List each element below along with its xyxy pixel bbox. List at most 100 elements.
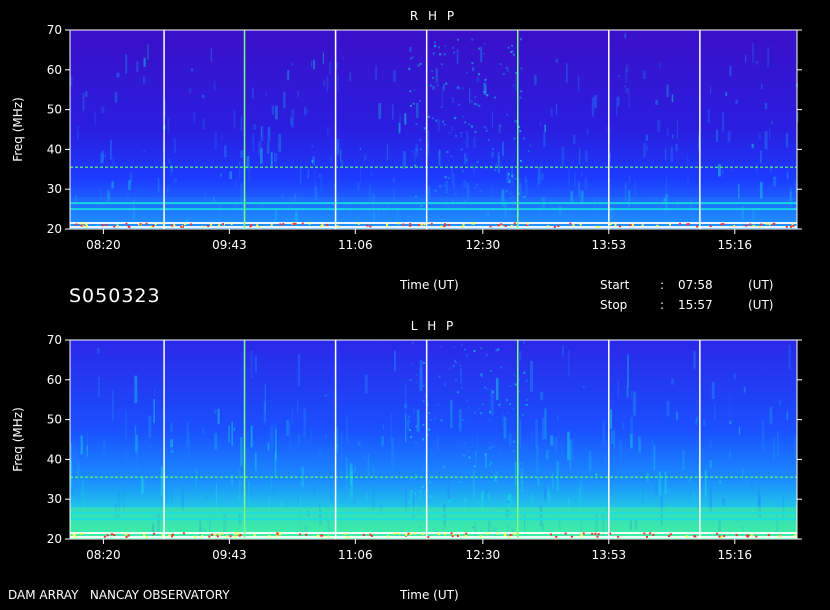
- noise-streak: [612, 457, 616, 460]
- noise-streak: [543, 132, 546, 147]
- noise-streak: [676, 119, 678, 139]
- emission-dot: [440, 419, 443, 422]
- emission-dot: [422, 468, 425, 471]
- emission-dot: [444, 44, 447, 47]
- noise-streak: [438, 150, 441, 166]
- emission-dot: [412, 102, 415, 105]
- emission-dot: [423, 362, 425, 364]
- interference-speckle: [249, 225, 252, 228]
- emission-dot: [451, 46, 454, 49]
- interference-speckle: [127, 534, 130, 537]
- noise-streak: [270, 152, 273, 168]
- noise-streak: [241, 480, 243, 487]
- noise-streak: [101, 106, 105, 114]
- emission-dot: [511, 50, 514, 53]
- emission-dot: [461, 87, 464, 90]
- noise-streak: [451, 126, 454, 132]
- noise-streak: [372, 466, 375, 478]
- emission-dot: [428, 412, 431, 415]
- noise-streak: [756, 164, 758, 174]
- emission-dot: [465, 354, 468, 357]
- noise-streak: [265, 90, 268, 97]
- interference-speckle: [716, 532, 718, 535]
- interference-speckle: [139, 223, 142, 225]
- noise-streak: [751, 476, 753, 492]
- noise-streak: [412, 408, 415, 414]
- noise-streak: [689, 477, 692, 482]
- interference-speckle: [194, 535, 197, 538]
- interference-speckle: [146, 535, 148, 538]
- interference-speckle: [564, 532, 567, 535]
- interference-speckle: [414, 532, 417, 535]
- emission-dot: [484, 453, 487, 456]
- y-tick-label: 50: [47, 103, 62, 117]
- noise-streak: [76, 126, 80, 129]
- emission-dot: [432, 117, 434, 120]
- emission-dot: [510, 498, 513, 501]
- emission-dot: [459, 480, 462, 483]
- emission-dot: [410, 436, 412, 438]
- y-tick-label: 70: [47, 333, 62, 347]
- emission-dot: [411, 150, 414, 153]
- noise-streak: [170, 450, 174, 453]
- emission-dot: [512, 53, 515, 56]
- emission-dot: [519, 130, 522, 133]
- emission-dot: [422, 438, 425, 441]
- noise-streak: [240, 150, 244, 158]
- emission-dot: [468, 123, 471, 126]
- noise-streak: [357, 441, 361, 446]
- noise-streak: [459, 466, 461, 475]
- interference-speckle: [113, 534, 116, 537]
- noise-streak: [531, 431, 534, 443]
- noise-streak: [319, 449, 323, 459]
- noise-streak: [544, 408, 547, 440]
- noise-streak: [114, 92, 118, 103]
- noise-streak: [524, 176, 527, 183]
- noise-streak: [610, 409, 613, 429]
- noise-streak: [719, 480, 721, 485]
- noise-streak: [297, 434, 301, 445]
- interference-speckle: [631, 224, 634, 227]
- x-tick-label: 15:16: [717, 238, 752, 252]
- noise-streak: [760, 150, 762, 164]
- interference-speckle: [649, 532, 652, 535]
- noise-streak: [729, 450, 731, 459]
- noise-streak: [665, 182, 667, 199]
- noise-streak: [738, 426, 740, 435]
- noise-streak: [253, 123, 256, 130]
- interference-speckle: [216, 535, 219, 538]
- emission-dot: [439, 459, 442, 462]
- stop-separator: :: [660, 298, 665, 312]
- interference-speckle: [479, 535, 482, 538]
- interference-speckle: [420, 223, 423, 226]
- interference-speckle: [253, 533, 256, 536]
- noise-streak: [306, 108, 308, 114]
- noise-streak: [125, 54, 128, 74]
- noise-streak: [134, 375, 138, 404]
- noise-streak: [233, 427, 236, 431]
- x-tick-label: 12:30: [466, 548, 501, 562]
- emission-dot: [478, 47, 480, 50]
- noise-streak: [618, 75, 621, 78]
- noise-streak: [725, 91, 728, 96]
- noise-streak: [473, 163, 475, 175]
- emission-dot: [441, 473, 444, 475]
- emission-dot: [499, 125, 502, 127]
- interference-speckle: [765, 222, 768, 225]
- noise-streak: [271, 476, 273, 491]
- noise-streak: [506, 171, 510, 183]
- interference-speckle: [514, 532, 517, 535]
- interference-speckle: [150, 225, 153, 228]
- emission-dot: [437, 403, 440, 406]
- noise-streak: [567, 431, 570, 461]
- noise-streak: [714, 402, 716, 421]
- emission-dot: [474, 186, 477, 189]
- interference-speckle: [451, 535, 454, 538]
- noise-streak: [286, 419, 290, 436]
- interference-speckle: [72, 533, 75, 536]
- emission-dot: [413, 462, 416, 465]
- emission-dot: [477, 407, 480, 410]
- noise-streak: [270, 425, 274, 448]
- emission-dot: [427, 479, 430, 482]
- interference-speckle: [570, 535, 573, 538]
